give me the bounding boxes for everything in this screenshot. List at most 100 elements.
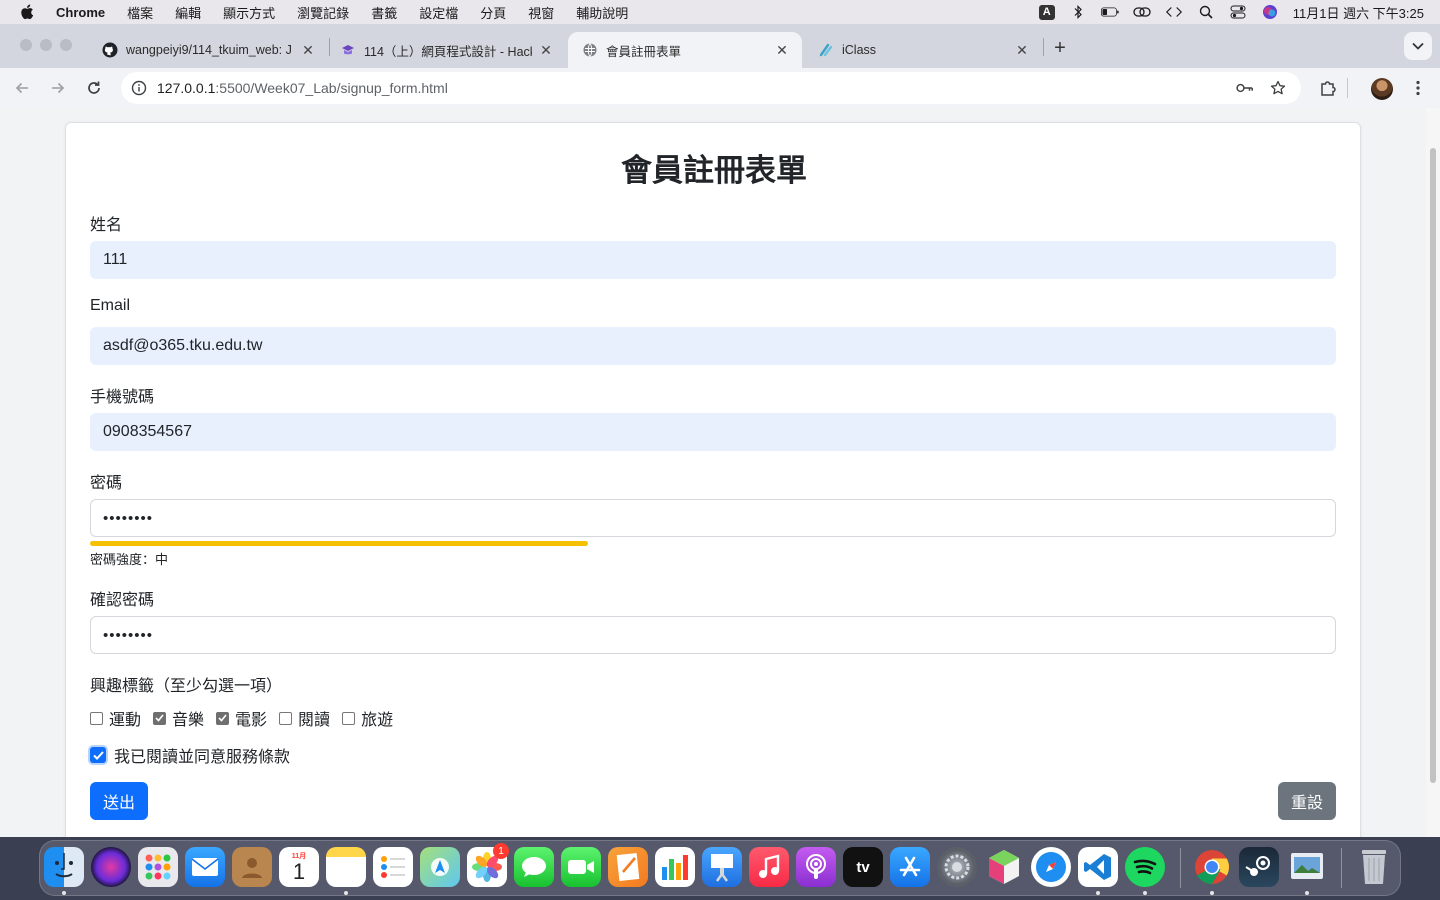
zoom-window-button[interactable]: [60, 39, 72, 51]
name-input[interactable]: 111: [90, 241, 1336, 279]
preview-icon[interactable]: [1287, 847, 1327, 887]
apple-menu-icon[interactable]: [18, 3, 36, 21]
checkbox-label: 電影: [235, 712, 268, 729]
terms-label: 我已閱讀並同意服務條款: [114, 749, 291, 766]
extensions-puzzle-icon[interactable]: [1316, 76, 1340, 100]
mail-icon[interactable]: [185, 847, 225, 887]
scrollbar-thumb[interactable]: [1430, 148, 1436, 783]
facetime-icon[interactable]: [561, 847, 601, 887]
menu-tab[interactable]: 分頁: [469, 3, 517, 22]
podcasts-icon[interactable]: [796, 847, 836, 887]
running-indicator: [1143, 891, 1147, 895]
phone-input[interactable]: 0908354567: [90, 413, 1336, 451]
password-input[interactable]: ••••••••: [90, 499, 1336, 537]
terms-agreement[interactable]: 我已閱讀並同意服務條款: [90, 743, 290, 767]
back-button[interactable]: [8, 74, 36, 102]
tab-github[interactable]: wangpeiyi9/114_tkuim_web: J ✕: [88, 32, 328, 68]
status-area: A 11月1日 週六 下午3:25: [1038, 3, 1440, 22]
minimize-window-button[interactable]: [40, 39, 52, 51]
bluetooth-icon[interactable]: [1069, 4, 1087, 20]
more-menu-icon[interactable]: [1406, 76, 1430, 100]
forward-button[interactable]: [44, 74, 72, 102]
tab-hackmd[interactable]: 114（上）網頁程式設計 - Hack ✕: [326, 32, 566, 68]
bookmark-star-icon[interactable]: [1269, 79, 1287, 97]
checkbox[interactable]: [279, 711, 293, 725]
maps-icon[interactable]: [420, 847, 460, 887]
profile-avatar[interactable]: [1371, 78, 1393, 100]
messages-icon[interactable]: [514, 847, 554, 887]
interest-travel[interactable]: 旅遊: [342, 706, 393, 730]
close-icon[interactable]: ✕: [774, 42, 790, 58]
safari-icon[interactable]: [1031, 847, 1071, 887]
tab-label: 會員註冊表單: [606, 44, 682, 59]
control-center-icon[interactable]: [1229, 4, 1247, 20]
close-icon[interactable]: ✕: [1014, 42, 1030, 58]
checkbox[interactable]: [90, 711, 103, 725]
notes-icon[interactable]: [326, 847, 366, 887]
siri-icon[interactable]: [1261, 4, 1279, 20]
password-key-icon[interactable]: [1236, 79, 1254, 97]
tab-signup-form[interactable]: 會員註冊表單 ✕: [568, 32, 802, 68]
spotlight-search-icon[interactable]: [1197, 4, 1215, 20]
phone-label: 手機號碼: [90, 389, 155, 406]
vscode-icon[interactable]: [1078, 847, 1118, 887]
steam-icon[interactable]: [1239, 847, 1279, 887]
keynote-icon[interactable]: [702, 847, 742, 887]
input-source-icon[interactable]: A: [1038, 4, 1055, 20]
address-bar[interactable]: 127.0.0.1:5500/Week07_Lab/signup_form.ht…: [121, 72, 1301, 104]
system-settings-icon[interactable]: [937, 847, 977, 887]
interest-sports[interactable]: 運動: [90, 706, 141, 730]
spotify-icon[interactable]: [1125, 847, 1165, 887]
close-icon[interactable]: ✕: [538, 42, 554, 58]
confirm-password-input[interactable]: ••••••••: [90, 616, 1336, 654]
link-icon[interactable]: [1133, 4, 1151, 20]
close-icon[interactable]: ✕: [300, 42, 316, 58]
music-icon[interactable]: [749, 847, 789, 887]
menu-app-chrome[interactable]: Chrome: [50, 5, 116, 20]
site-info-icon[interactable]: [130, 79, 148, 97]
menu-clock[interactable]: 11月1日 週六 下午3:25: [1293, 3, 1424, 22]
chrome-icon[interactable]: [1192, 847, 1232, 887]
email-input[interactable]: asdf@o365.tku.edu.tw: [90, 327, 1336, 365]
contacts-icon[interactable]: [232, 847, 272, 887]
code-brackets-icon[interactable]: [1165, 4, 1183, 20]
pages-icon[interactable]: [608, 847, 648, 887]
checkbox-checked[interactable]: [216, 711, 230, 725]
launchpad-icon[interactable]: [138, 847, 178, 887]
apple-tv-icon[interactable]: tv: [843, 847, 883, 887]
terms-checkbox[interactable]: [90, 747, 106, 763]
menu-bookmarks[interactable]: 書籤: [360, 3, 408, 22]
menu-help[interactable]: 輔助說明: [565, 3, 639, 22]
menu-file[interactable]: 檔案: [116, 3, 164, 22]
checkbox[interactable]: [342, 711, 356, 725]
cube-app-icon[interactable]: [984, 847, 1024, 887]
reset-button[interactable]: 重設: [1278, 782, 1336, 820]
numbers-icon[interactable]: [655, 847, 695, 887]
reload-button[interactable]: [80, 74, 108, 102]
interest-reading[interactable]: 閱讀: [279, 706, 330, 730]
page-scrollbar[interactable]: [1426, 108, 1440, 837]
tab-search-button[interactable]: [1404, 32, 1432, 60]
tv-label: tv: [856, 858, 870, 876]
calendar-icon[interactable]: 11月 1: [279, 847, 319, 887]
menu-profiles[interactable]: 設定檔: [408, 3, 469, 22]
menu-history[interactable]: 瀏覽記錄: [286, 3, 360, 22]
interest-music[interactable]: 音樂: [153, 706, 204, 730]
menu-window[interactable]: 視窗: [517, 3, 565, 22]
new-tab-button[interactable]: +: [1048, 36, 1072, 60]
tab-iclass[interactable]: iClass ✕: [804, 32, 1042, 68]
checkbox-checked[interactable]: [153, 711, 167, 725]
interest-movies[interactable]: 電影: [216, 706, 267, 730]
finder-icon[interactable]: [44, 847, 84, 887]
trash-icon[interactable]: [1354, 847, 1394, 887]
menu-view[interactable]: 顯示方式: [212, 3, 286, 22]
battery-icon[interactable]: [1100, 4, 1119, 20]
siri-icon[interactable]: [91, 847, 131, 887]
close-window-button[interactable]: [20, 39, 32, 51]
submit-button[interactable]: 送出: [90, 782, 148, 820]
app-store-icon[interactable]: [890, 847, 930, 887]
reminders-icon[interactable]: [373, 847, 413, 887]
checkmark-icon: [218, 714, 227, 722]
menu-edit[interactable]: 編輯: [164, 3, 212, 22]
chevron-down-icon: [1412, 42, 1424, 50]
